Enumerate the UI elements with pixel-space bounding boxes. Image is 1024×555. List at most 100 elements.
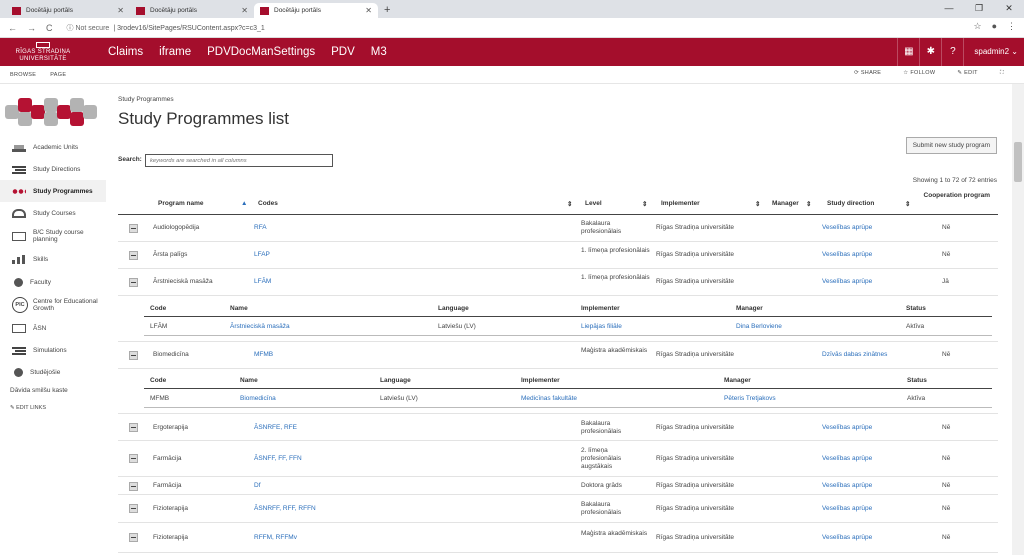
table-row[interactable]: Farmācija ĀSNFF, FF, FFN 2. līmeņa profe… (118, 441, 998, 477)
vertical-scrollbar[interactable] (1012, 84, 1024, 555)
table-row[interactable]: Fizioterapija ĀSNRFF, RFF, RFFN Bakalaur… (118, 495, 998, 523)
reload-button[interactable]: C (46, 23, 53, 33)
study-direction-link[interactable]: Veselības aprūpe (822, 278, 872, 285)
sidebar-item-students[interactable]: Studējošie (0, 361, 106, 383)
table-row-expanded[interactable]: Biomedicīna MFMB Maģistra akadēmiskais R… (118, 341, 998, 369)
study-direction-link[interactable]: Veselības aprūpe (822, 482, 872, 489)
sub-manager-link[interactable]: Pēteris Tretjakovs (724, 395, 776, 402)
study-direction-link[interactable]: Veselības aprūpe (822, 224, 872, 231)
sidebar-item-faculty[interactable]: Faculty (0, 271, 106, 293)
program-codes-link[interactable]: RFA (254, 224, 267, 231)
column-header-study-direction[interactable]: Study direction (827, 200, 874, 207)
minimize-button[interactable]: — (934, 0, 964, 18)
program-codes-link[interactable]: ĀSNRFF, RFF, RFFN (254, 505, 316, 512)
sidebar-item-centre-educational-growth[interactable]: PIC Centre for Educational Growth (0, 293, 106, 317)
program-codes-link[interactable]: LFĀM (254, 278, 271, 285)
table-row[interactable]: Farmācija Df Doktora grāds Rīgas Stradiņ… (118, 477, 998, 495)
table-row[interactable]: Ārsta palīgs LFAP 1. līmeņa profesionāla… (118, 242, 998, 269)
follow-button[interactable]: ☆ FOLLOW (903, 70, 935, 77)
sort-icon[interactable]: ⇕ (806, 200, 811, 208)
sort-asc-icon[interactable]: ▲ (241, 200, 247, 207)
close-tab-icon[interactable]: ✕ (117, 6, 124, 15)
sidebar-item-course-planning[interactable]: B/C Study course planning (0, 224, 106, 248)
app-launcher-icon[interactable]: ▦ (897, 38, 919, 66)
sort-icon[interactable]: ⇕ (642, 200, 647, 208)
url-field[interactable]: ⓘ Not secure | 3rodev16/SitePages/RSUCont… (67, 23, 265, 33)
expand-row-button[interactable] (129, 224, 138, 233)
sub-implementer-link[interactable]: Medicīnas fakultāte (521, 395, 577, 402)
expand-row-button[interactable] (129, 533, 138, 542)
forward-button[interactable]: → (27, 23, 36, 33)
nav-link-pdv[interactable]: PDV (331, 46, 355, 58)
account-icon[interactable]: ● (992, 21, 997, 32)
sort-icon[interactable]: ⇕ (755, 200, 760, 208)
browser-tab[interactable]: Docētāju portāls ✕ (130, 3, 254, 18)
browser-tab-active[interactable]: Docētāju portāls ✕ (254, 3, 378, 18)
table-row-expanded[interactable]: Ārstnieciskā masāža LFĀM 1. līmeņa profe… (118, 269, 998, 296)
sidebar-item-study-directions[interactable]: Study Directions (0, 158, 106, 180)
sidebar-item-academic-units[interactable]: Academic Units (0, 136, 106, 158)
focus-mode-icon[interactable]: ⛶ (1000, 70, 1004, 77)
nav-link-claims[interactable]: Claims (108, 46, 143, 58)
sub-implementer-link[interactable]: Liepājas filiāle (581, 323, 622, 330)
settings-gear-icon[interactable]: ✱ (919, 38, 941, 66)
program-codes-link[interactable]: MFMB (254, 351, 273, 358)
close-tab-icon[interactable]: ✕ (365, 6, 372, 15)
program-codes-link[interactable]: Df (254, 482, 261, 489)
column-header-manager[interactable]: Manager (772, 200, 799, 207)
sidebar-item-simulations[interactable]: Simulations (0, 339, 106, 361)
scrollbar-thumb[interactable] (1014, 142, 1022, 182)
study-direction-link[interactable]: Veselības aprūpe (822, 251, 872, 258)
search-input[interactable] (145, 154, 333, 167)
submit-new-study-program-button[interactable]: Submit new study program (905, 137, 997, 154)
help-icon[interactable]: ? (941, 38, 963, 66)
study-direction-link[interactable]: Veselības aprūpe (822, 505, 872, 512)
site-logo[interactable] (5, 94, 105, 130)
university-logo[interactable]: RĪGAS STRADIŅA UNIVERSITĀTE (0, 38, 86, 66)
user-menu[interactable]: spadmin2 ⌄ (963, 38, 1024, 66)
sort-icon[interactable]: ⇕ (567, 200, 572, 208)
program-codes-link[interactable]: RFFM, RFFMv (254, 534, 297, 541)
sub-name-link[interactable]: Biomedicīna (240, 395, 276, 402)
expand-row-button[interactable] (129, 423, 138, 432)
breadcrumb[interactable]: Study Programmes (118, 96, 174, 103)
sort-icon[interactable]: ⇕ (905, 200, 910, 208)
collapse-row-button[interactable] (129, 278, 138, 287)
program-codes-link[interactable]: ĀSNFF, FF, FFN (254, 455, 302, 462)
nav-link-m3[interactable]: M3 (371, 46, 387, 58)
sub-manager-link[interactable]: Dina Berloviene (736, 323, 782, 330)
column-header-cooperation[interactable]: Cooperation program (918, 192, 990, 200)
sub-name-link[interactable]: Ārstnieciskā masāža (230, 323, 290, 330)
sidebar-item-asn[interactable]: ĀSN (0, 317, 106, 339)
expand-row-button[interactable] (129, 504, 138, 513)
expand-row-button[interactable] (129, 454, 138, 463)
program-codes-link[interactable]: ĀSNRFE, RFE (254, 424, 297, 431)
sidebar-item-study-courses[interactable]: Study Courses (0, 202, 106, 224)
edit-button[interactable]: ✎ EDIT (957, 70, 977, 77)
table-row[interactable]: Ergoterapija ĀSNRFE, RFE Bakalaura profe… (118, 413, 998, 441)
expand-row-button[interactable] (129, 482, 138, 491)
sidebar-item-study-programmes[interactable]: Study Programmes (0, 180, 106, 202)
column-header-program-name[interactable]: Program name (158, 200, 204, 207)
study-direction-link[interactable]: Veselības aprūpe (822, 424, 872, 431)
bookmark-star-icon[interactable]: ☆ (973, 21, 981, 32)
nav-link-iframe[interactable]: iframe (159, 46, 191, 58)
browser-menu-icon[interactable]: ⋮ (1007, 21, 1016, 32)
sidebar-item-sandbox[interactable]: Dāvida smilšu kaste (0, 383, 106, 397)
collapse-row-button[interactable] (129, 351, 138, 360)
nav-link-pdvdocmansettings[interactable]: PDVDocManSettings (207, 46, 315, 58)
ribbon-tab-browse[interactable]: BROWSE (10, 72, 36, 78)
close-tab-icon[interactable]: ✕ (241, 6, 248, 15)
close-window-button[interactable]: ✕ (994, 0, 1024, 18)
browser-tab[interactable]: Docētāju portāls ✕ (6, 3, 130, 18)
new-tab-button[interactable]: + (384, 3, 390, 18)
expand-row-button[interactable] (129, 251, 138, 260)
ribbon-tab-page[interactable]: PAGE (50, 72, 66, 78)
column-header-implementer[interactable]: Implementer (661, 200, 700, 207)
study-direction-link[interactable]: Veselības aprūpe (822, 534, 872, 541)
program-codes-link[interactable]: LFAP (254, 251, 270, 258)
share-button[interactable]: ⟳ SHARE (854, 70, 881, 77)
back-button[interactable]: ← (8, 23, 17, 33)
sidebar-item-skills[interactable]: Skills (0, 248, 106, 271)
study-direction-link[interactable]: Dzīvās dabas zinātnes (822, 351, 887, 358)
